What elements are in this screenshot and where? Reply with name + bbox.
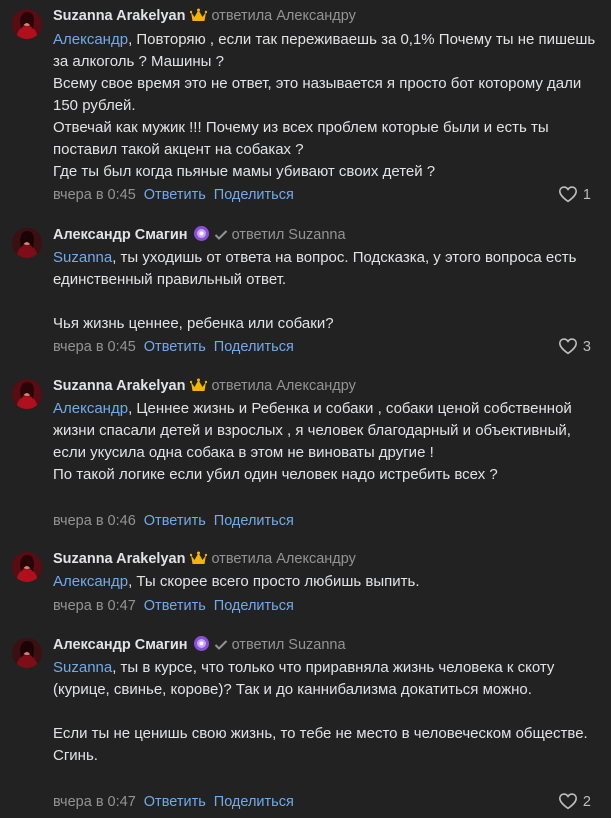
comment-text: Suzanna, ты уходишь от ответа на вопрос.… <box>53 247 601 335</box>
comment-header: Suzanna Arakelyan ответила Александру <box>53 6 356 26</box>
mention-link[interactable]: Александр <box>53 573 128 590</box>
reply-button[interactable]: Ответить <box>144 187 206 203</box>
like-button[interactable]: 2 <box>558 792 591 812</box>
like-count: 1 <box>582 187 591 203</box>
like-count: 2 <box>582 794 591 810</box>
comment-paragraph: Александр, Ценнее жизнь и Ребенка и соба… <box>53 400 576 461</box>
avatar[interactable] <box>12 9 42 39</box>
share-button[interactable]: Поделиться <box>214 513 294 529</box>
comment-paragraph: Где ты был когда пьяные мамы убивают сво… <box>53 163 436 180</box>
author-name[interactable]: Александр Смагин <box>53 227 188 243</box>
comment-text: Александр, Повторяю , если так переживае… <box>53 29 601 183</box>
comment-paragraph: Александр, Повторяю , если так переживае… <box>53 31 600 70</box>
share-button[interactable]: Поделиться <box>214 598 294 614</box>
comment-footer: вчера в 0:47 Ответить Поделиться <box>53 596 601 616</box>
comment: Александр Смагин ответил Suzanna Suzanna,… <box>0 635 611 815</box>
comments-feed: Suzanna Arakelyan ответила Александру Але… <box>0 0 611 818</box>
mention-link[interactable]: Александр <box>53 31 128 48</box>
avatar[interactable] <box>12 379 42 409</box>
comment: Suzanna Arakelyan ответила Александру Але… <box>0 376 611 536</box>
heart-icon <box>558 338 577 355</box>
checkmark-icon <box>214 227 228 247</box>
mention-link[interactable]: Александр <box>53 400 128 417</box>
avatar[interactable] <box>12 228 42 258</box>
comment-footer: вчера в 0:47 Ответить Поделиться 2 <box>53 792 601 812</box>
comment: Suzanna Arakelyan ответила Александру Але… <box>0 6 611 206</box>
comment-header: Александр Смагин ответил Suzanna <box>53 635 346 655</box>
timestamp[interactable]: вчера в 0:45 <box>53 187 136 203</box>
checkmark-icon <box>214 637 228 657</box>
timestamp[interactable]: вчера в 0:46 <box>53 513 136 529</box>
avatar[interactable] <box>12 638 42 668</box>
comment-paragraph: Если ты не ценишь свою жизнь, то тебе не… <box>53 725 592 764</box>
like-button[interactable]: 3 <box>558 337 591 357</box>
comment-header: Александр Смагин ответил Suzanna <box>53 225 346 245</box>
comment-paragraph <box>53 701 601 723</box>
comment-footer: вчера в 0:46 Ответить Поделиться <box>53 511 601 531</box>
mention-link[interactable]: Suzanna <box>53 249 112 266</box>
reply-button[interactable]: Ответить <box>144 598 206 614</box>
reply-button[interactable]: Ответить <box>144 339 206 355</box>
comment-header: Suzanna Arakelyan ответила Александру <box>53 549 356 569</box>
crown-emoji-icon <box>190 378 208 399</box>
comment-footer: вчера в 0:45 Ответить Поделиться 1 <box>53 185 601 205</box>
purple-gem-emoji-icon <box>193 635 210 658</box>
reply-to-label[interactable]: ответил Suzanna <box>232 637 346 653</box>
author-name[interactable]: Suzanna Arakelyan <box>53 8 185 24</box>
comment-text: Александр, Ты скорее всего просто любишь… <box>53 571 601 593</box>
heart-icon <box>558 793 577 810</box>
author-name[interactable]: Александр Смагин <box>53 637 188 653</box>
purple-gem-emoji-icon <box>193 225 210 248</box>
comment-text: Suzanna, ты в курсе, что только что прир… <box>53 657 601 767</box>
comment-text: Александр, Ценнее жизнь и Ребенка и соба… <box>53 398 601 486</box>
reply-button[interactable]: Ответить <box>144 513 206 529</box>
comment-paragraph: Suzanna, ты уходишь от ответа на вопрос.… <box>53 249 581 288</box>
comment: Suzanna Arakelyan ответила Александру Але… <box>0 549 611 619</box>
comment-footer: вчера в 0:45 Ответить Поделиться 3 <box>53 337 601 357</box>
comment-paragraph: Чья жизнь ценнее, ребенка или собаки? <box>53 315 334 332</box>
share-button[interactable]: Поделиться <box>214 794 294 810</box>
mention-link[interactable]: Suzanna <box>53 659 112 676</box>
comment-paragraph: Отвечай как мужик !!! Почему из всех про… <box>53 119 553 158</box>
comment-paragraph: Всему свое время это не ответ, это назыв… <box>53 75 586 114</box>
comment: Александр Смагин ответил Suzanna Suzanna,… <box>0 225 611 365</box>
comment-paragraph: По такой логике если убил один человек н… <box>53 466 498 483</box>
reply-to-label[interactable]: ответила Александру <box>211 551 355 567</box>
share-button[interactable]: Поделиться <box>214 187 294 203</box>
crown-emoji-icon <box>190 551 208 572</box>
share-button[interactable]: Поделиться <box>214 339 294 355</box>
crown-emoji-icon <box>190 8 208 29</box>
comment-paragraph: Suzanna, ты в курсе, что только что прир… <box>53 659 559 698</box>
author-name[interactable]: Suzanna Arakelyan <box>53 551 185 567</box>
timestamp[interactable]: вчера в 0:47 <box>53 598 136 614</box>
avatar[interactable] <box>12 552 42 582</box>
author-name[interactable]: Suzanna Arakelyan <box>53 378 185 394</box>
like-count: 3 <box>582 339 591 355</box>
comment-paragraph: Александр, Ты скорее всего просто любишь… <box>53 573 420 590</box>
timestamp[interactable]: вчера в 0:47 <box>53 794 136 810</box>
reply-to-label[interactable]: ответил Suzanna <box>232 227 346 243</box>
comment-paragraph <box>53 291 601 313</box>
reply-to-label[interactable]: ответила Александру <box>211 8 355 24</box>
timestamp[interactable]: вчера в 0:45 <box>53 339 136 355</box>
heart-icon <box>558 186 577 203</box>
reply-to-label[interactable]: ответила Александру <box>211 378 355 394</box>
like-button[interactable]: 1 <box>558 185 591 205</box>
reply-button[interactable]: Ответить <box>144 794 206 810</box>
comment-header: Suzanna Arakelyan ответила Александру <box>53 376 356 396</box>
